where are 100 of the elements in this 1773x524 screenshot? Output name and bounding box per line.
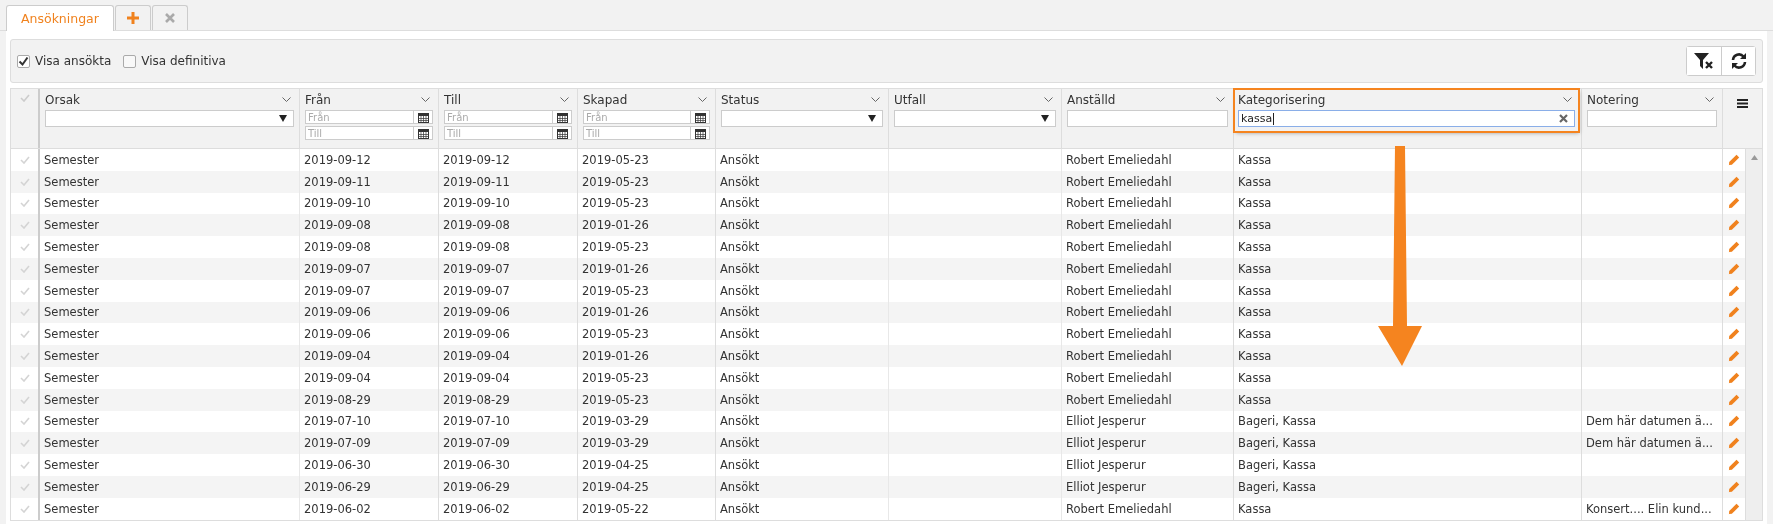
checkbox[interactable]: [123, 54, 137, 68]
pencil-icon[interactable]: [1728, 437, 1740, 450]
checkbox[interactable]: [17, 54, 30, 68]
table-cell: Robert Emeliedahl: [1066, 370, 1172, 385]
dropdown-arrow-icon: [868, 115, 876, 122]
pencil-icon[interactable]: [1728, 175, 1740, 188]
table-cell: 2019-05-23: [582, 283, 649, 298]
pencil-icon[interactable]: [1728, 393, 1740, 406]
table-cell: Kassa: [1238, 501, 1272, 516]
table-cell: 2019-04-25: [582, 458, 649, 473]
pencil-icon[interactable]: [1728, 262, 1740, 275]
check-icon: [19, 94, 30, 102]
filter-field[interactable]: [1067, 110, 1228, 127]
checkbox-label: Visa ansökta: [35, 54, 112, 68]
menu-icon[interactable]: [1737, 99, 1748, 108]
column-header[interactable]: Skapad: [583, 93, 628, 107]
chevron-down-icon[interactable]: [560, 97, 569, 103]
table-cell: Kassa: [1238, 349, 1272, 364]
pencil-icon[interactable]: [1728, 328, 1740, 341]
table-cell: 2019-09-07: [443, 261, 510, 276]
table-cell: Semester: [44, 240, 99, 255]
table-cell: 2019-05-23: [582, 152, 649, 167]
close-tab-button[interactable]: [151, 5, 188, 30]
calendar-icon[interactable]: [694, 127, 706, 139]
table-cell: Kassa: [1238, 152, 1272, 167]
table-cell: Ansökt: [720, 305, 760, 320]
table-cell: Robert Emeliedahl: [1066, 174, 1172, 189]
scroll-up-icon[interactable]: [1750, 155, 1758, 160]
filter-field[interactable]: [1587, 110, 1717, 127]
table-cell: Robert Emeliedahl: [1066, 261, 1172, 276]
pencil-icon[interactable]: [1728, 306, 1740, 319]
column-header[interactable]: Kategorisering: [1238, 93, 1326, 107]
pencil-icon[interactable]: [1728, 459, 1740, 472]
pencil-icon[interactable]: [1728, 153, 1740, 166]
column-header[interactable]: Orsak: [45, 93, 80, 107]
table-cell: 2019-09-12: [304, 152, 371, 167]
filter-dropdown[interactable]: [721, 110, 883, 127]
table-cell: 2019-01-26: [582, 349, 649, 364]
chevron-down-icon[interactable]: [421, 97, 430, 103]
column-header[interactable]: Notering: [1587, 93, 1639, 107]
pencil-icon[interactable]: [1728, 241, 1740, 254]
table-cell: 2019-06-30: [304, 458, 371, 473]
table-cell: 2019-01-26: [582, 218, 649, 233]
table-cell: 2019-09-10: [443, 196, 510, 211]
table-cell: Ansökt: [720, 327, 760, 342]
table-cell: Bageri, Kassa: [1238, 414, 1316, 429]
pencil-icon[interactable]: [1728, 350, 1740, 363]
chevron-down-icon[interactable]: [1705, 97, 1714, 103]
pencil-icon[interactable]: [1728, 415, 1740, 428]
table-cell: 2019-06-02: [443, 501, 510, 516]
check-icon: [19, 504, 30, 513]
refresh-button[interactable]: [1721, 47, 1755, 75]
calendar-icon[interactable]: [556, 111, 568, 123]
column-header[interactable]: Status: [721, 93, 760, 107]
table-cell: 2019-03-29: [582, 436, 649, 451]
column-header[interactable]: Utfall: [894, 93, 926, 107]
column-header[interactable]: Anställd: [1067, 93, 1116, 107]
table-cell: Elliot Jesperur: [1066, 479, 1146, 494]
table-cell: Bageri, Kassa: [1238, 436, 1316, 451]
chevron-down-icon[interactable]: [698, 97, 707, 103]
clear-icon[interactable]: [1559, 114, 1568, 123]
table-cell: 2019-09-04: [443, 349, 510, 364]
pencil-icon[interactable]: [1728, 371, 1740, 384]
pencil-icon[interactable]: [1728, 502, 1740, 515]
table-cell: Semester: [44, 479, 99, 494]
pencil-icon[interactable]: [1728, 480, 1740, 493]
pencil-icon[interactable]: [1728, 284, 1740, 297]
scrollbar[interactable]: [1745, 149, 1762, 520]
filter-dropdown[interactable]: [45, 110, 294, 127]
filter-field[interactable]: kassa: [1238, 110, 1575, 127]
pencil-icon[interactable]: [1728, 219, 1740, 232]
chevron-down-icon[interactable]: [871, 97, 880, 103]
table-cell: 2019-09-08: [443, 218, 510, 233]
table-cell: Kassa: [1238, 196, 1272, 211]
table-cell: Ansökt: [720, 479, 760, 494]
table-cell: 2019-06-29: [443, 479, 510, 494]
chevron-down-icon[interactable]: [282, 97, 291, 103]
calendar-icon[interactable]: [417, 111, 429, 123]
table-cell: Ansökt: [720, 218, 760, 233]
calendar-icon[interactable]: [694, 111, 706, 123]
table-cell: 2019-05-23: [582, 327, 649, 342]
calendar-icon[interactable]: [556, 127, 568, 139]
column-header[interactable]: Från: [305, 93, 331, 107]
chevron-down-icon[interactable]: [1563, 97, 1572, 103]
calendar-icon[interactable]: [417, 127, 429, 139]
check-icon: [19, 482, 30, 491]
table-cell: Semester: [44, 327, 99, 342]
table-cell: Dem här datumen ä...: [1586, 436, 1713, 451]
check-icon: [19, 221, 30, 230]
table-cell: Ansökt: [720, 414, 760, 429]
table-cell: 2019-01-26: [582, 305, 649, 320]
chevron-down-icon[interactable]: [1044, 97, 1053, 103]
pencil-icon[interactable]: [1728, 197, 1740, 210]
column-header[interactable]: Till: [444, 93, 461, 107]
table-cell: Robert Emeliedahl: [1066, 196, 1172, 211]
table-cell: Semester: [44, 436, 99, 451]
filter-dropdown[interactable]: [894, 110, 1056, 127]
add-tab-button[interactable]: [114, 5, 151, 30]
check-icon: [19, 199, 30, 208]
chevron-down-icon[interactable]: [1216, 97, 1225, 103]
